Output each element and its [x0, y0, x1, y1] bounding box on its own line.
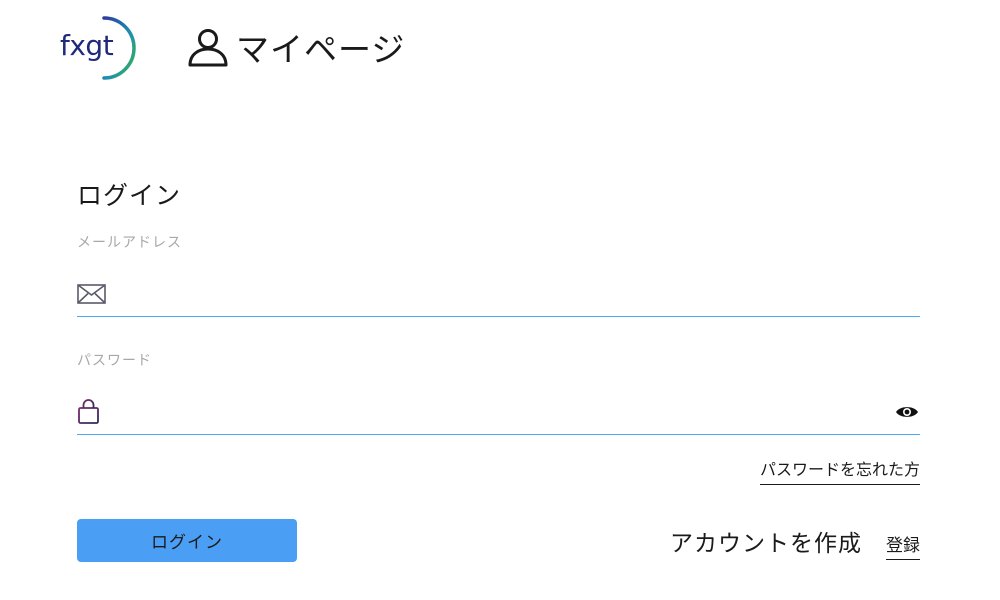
password-label: パスワード [77, 353, 152, 369]
login-page: fxgt マイページ ログイン メールアドレス パスワード パスワードを忘れた方… [0, 0, 1000, 600]
forgot-password-link[interactable]: パスワードを忘れた方 [759, 456, 920, 485]
envelope-icon [77, 282, 107, 306]
eye-icon[interactable] [894, 402, 920, 422]
password-field[interactable] [77, 390, 920, 435]
logo-text: fxgt [60, 29, 114, 62]
register-link[interactable]: 登録 [886, 531, 920, 560]
mypage-label: マイページ [236, 30, 406, 69]
fxgt-logo[interactable]: fxgt [58, 14, 152, 82]
login-title: ログイン [77, 181, 182, 210]
email-field[interactable] [77, 272, 920, 317]
email-input[interactable] [119, 278, 920, 310]
header: fxgt マイページ [58, 14, 405, 82]
password-input[interactable] [119, 396, 894, 428]
login-button[interactable]: ログイン [77, 519, 297, 562]
email-label: メールアドレス [77, 235, 182, 251]
mypage-link[interactable]: マイページ [186, 23, 405, 71]
user-icon [188, 29, 228, 67]
lock-icon [77, 399, 107, 424]
create-account: アカウントを作成 登録 [670, 524, 920, 560]
create-account-label: アカウントを作成 [670, 531, 862, 557]
